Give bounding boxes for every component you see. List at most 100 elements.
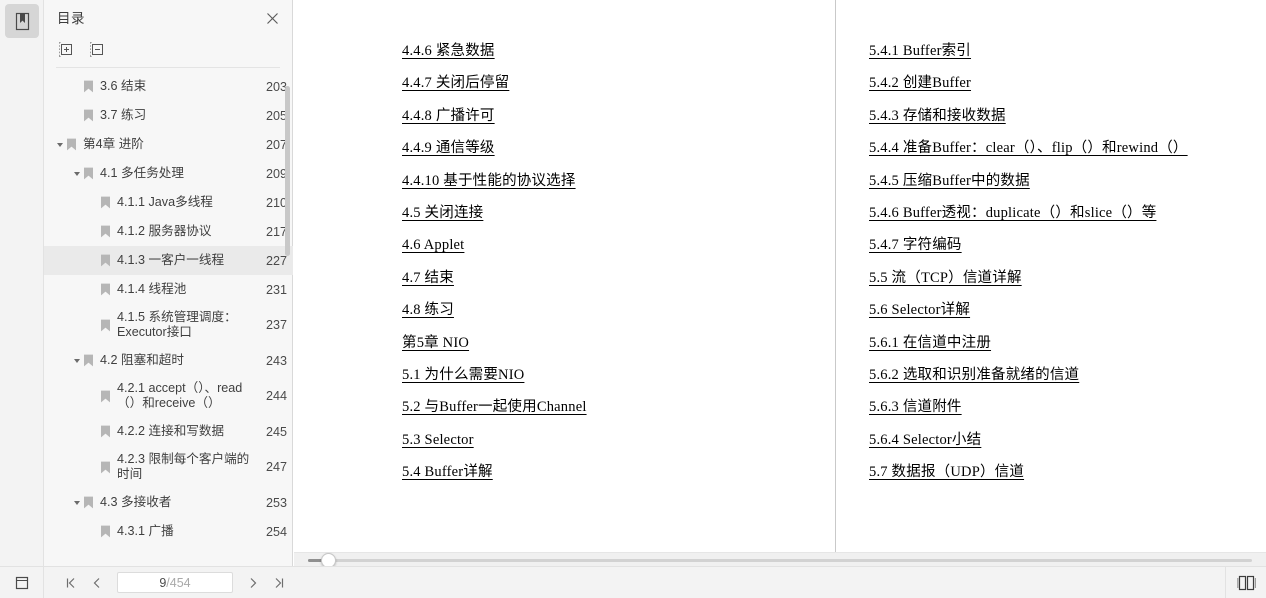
outline-item-page: 244 (265, 389, 287, 403)
outline-item[interactable]: 4.2.3 限制每个客户端的时间 247 (44, 446, 293, 488)
toc-link[interactable]: 5.6.2 选取和识别准备就绪的信道 (869, 367, 1079, 383)
expand-all-button[interactable] (57, 40, 75, 58)
outline-item-page: 227 (265, 253, 287, 268)
previous-page-button[interactable] (85, 571, 109, 595)
toc-entry: 5.2 与Buffer一起使用Channel (402, 394, 587, 426)
toc-entry: 5.4.6 Buffer透视：duplicate（）和slice（）等 (869, 200, 1188, 232)
toc-link[interactable]: 4.4.10 基于性能的协议选择 (402, 173, 576, 189)
toc-link[interactable]: 5.5 流（TCP）信道详解 (869, 270, 1022, 286)
outline-item[interactable]: 3.7 练习 205 (44, 101, 293, 130)
outline-item[interactable]: 4.1.3 一客户一线程 227 (44, 246, 293, 275)
outline-item[interactable]: 4.1.1 Java多线程 210 (44, 188, 293, 217)
toc-link[interactable]: 4.4.6 紧急数据 (402, 43, 495, 59)
bookmark-panel-button[interactable] (5, 4, 39, 38)
toc-link[interactable]: 5.4 Buffer详解 (402, 464, 493, 480)
next-page-button[interactable] (241, 571, 265, 595)
toc-link[interactable]: 4.4.7 关闭后停留 (402, 75, 509, 91)
outline-item-label: 4.1.5 系统管理调度：Executor接口 (117, 310, 237, 339)
first-page-icon (66, 577, 75, 588)
outline-item[interactable]: 4.1.4 线程池 231 (44, 275, 293, 304)
chevron-right-icon (250, 577, 257, 588)
page-panel-icon (15, 576, 28, 589)
page-panel-button[interactable] (0, 566, 44, 598)
toc-link[interactable]: 第5章 NIO (402, 335, 469, 351)
outline-item-label: 4.2.1 accept（）、read（）和receive（） (117, 381, 243, 410)
outline-item-label: 4.2.3 限制每个客户端的时间 (117, 452, 250, 481)
scrollbar-track (308, 559, 1252, 562)
document-page-right: 5.4.1 Buffer索引 5.4.2 创建Buffer 5.4.3 存储和接收数… (837, 0, 1266, 552)
toc-link[interactable]: 4.5 关闭连接 (402, 205, 483, 221)
outline-item[interactable]: 4.2 阻塞和超时 243 (44, 346, 293, 375)
outline-item[interactable]: 4.1.2 服务器协议 217 (44, 217, 293, 246)
book-view-button[interactable] (1234, 570, 1260, 596)
toc-column-right: 5.4.1 Buffer索引 5.4.2 创建Buffer 5.4.3 存储和接收数… (869, 38, 1188, 491)
outline-item-label: 4.1.4 线程池 (117, 282, 187, 296)
toc-link[interactable]: 5.4.4 准备Buffer：clear（）、flip（）和rewind（） (869, 140, 1188, 156)
outline-item[interactable]: 4.3 多接收者 253 (44, 488, 293, 517)
first-page-button[interactable] (59, 571, 83, 595)
toc-link[interactable]: 5.6 Selector详解 (869, 302, 970, 318)
triangle-down-icon (57, 142, 63, 147)
toc-entry: 5.4 Buffer详解 (402, 459, 587, 491)
toc-link[interactable]: 5.4.1 Buffer索引 (869, 43, 971, 59)
left-icon-rail (0, 0, 44, 566)
triangle-down-icon (74, 171, 80, 176)
toc-link[interactable]: 4.8 练习 (402, 302, 454, 318)
horizontal-scrollbar[interactable] (294, 552, 1266, 568)
sidebar-vertical-scrollbar[interactable] (285, 86, 290, 256)
outline-item-page: 203 (265, 79, 287, 94)
twisty-toggle[interactable] (71, 171, 83, 177)
page-number-input[interactable]: 9/454 (117, 572, 233, 593)
page-navigation: 9/454 (59, 571, 291, 595)
toc-link[interactable]: 4.4.9 通信等级 (402, 140, 495, 156)
toc-link[interactable]: 4.7 结束 (402, 270, 454, 286)
outline-item[interactable]: 第4章 进阶 207 (44, 130, 293, 159)
outline-item[interactable]: 3.6 结束 203 (44, 72, 293, 101)
twisty-toggle[interactable] (54, 142, 66, 148)
toc-link[interactable]: 5.6.3 信道附件 (869, 399, 962, 415)
toc-entry: 4.4.7 关闭后停留 (402, 70, 587, 102)
twisty-toggle[interactable] (71, 500, 83, 506)
outline-bookmark-icon (100, 196, 113, 209)
toc-entry: 5.6.2 选取和识别准备就绪的信道 (869, 362, 1188, 394)
toc-link[interactable]: 5.4.3 存储和接收数据 (869, 108, 1006, 124)
outline-bookmark-icon (100, 283, 113, 296)
outline-tree[interactable]: 3.6 结束 203 3.7 练习 205 第4章 进阶 207 4.1 多任务处理 209 4… (44, 72, 293, 566)
outline-bookmark-icon (83, 109, 96, 122)
toc-link[interactable]: 5.4.6 Buffer透视：duplicate（）和slice（）等 (869, 205, 1156, 221)
toc-link[interactable]: 5.4.2 创建Buffer (869, 75, 971, 91)
toc-entry: 5.7 数据报（UDP）信道 (869, 459, 1188, 491)
bookmark-item-icon (84, 496, 93, 509)
bookmark-item-icon (101, 425, 110, 438)
outline-item-page: 253 (265, 495, 287, 510)
toc-link[interactable]: 5.2 与Buffer一起使用Channel (402, 399, 587, 415)
toc-link[interactable]: 5.7 数据报（UDP）信道 (869, 464, 1024, 480)
toc-entry: 4.5 关闭连接 (402, 200, 587, 232)
toc-link[interactable]: 4.4.8 广播许可 (402, 108, 495, 124)
toc-link[interactable]: 4.6 Applet (402, 237, 464, 253)
outline-item[interactable]: 4.2.1 accept（）、read（）和receive（） 244 (44, 375, 293, 417)
outline-item[interactable]: 4.2.2 连接和写数据 245 (44, 417, 293, 446)
outline-item-page: 243 (265, 353, 287, 368)
outline-item-label: 4.1.2 服务器协议 (117, 224, 212, 238)
outline-item[interactable]: 4.1 多任务处理 209 (44, 159, 293, 188)
bookmark-item-icon (101, 196, 110, 209)
toc-entry: 5.6.1 在信道中注册 (869, 330, 1188, 362)
outline-item[interactable]: 4.1.5 系统管理调度：Executor接口 237 (44, 304, 293, 346)
toc-link[interactable]: 5.1 为什么需要NIO (402, 367, 524, 383)
close-sidebar-button[interactable] (262, 8, 282, 28)
outline-item-label: 3.6 结束 (100, 79, 147, 93)
last-page-button[interactable] (267, 571, 291, 595)
toc-column-left: 4.4.6 紧急数据 4.4.7 关闭后停留 4.4.8 广播许可 4.4.9 通信等… (402, 38, 587, 491)
toc-entry: 4.6 Applet (402, 232, 587, 264)
toc-link[interactable]: 5.4.5 压缩Buffer中的数据 (869, 173, 1030, 189)
toc-link[interactable]: 5.3 Selector (402, 432, 474, 448)
bookmark-icon (15, 12, 29, 30)
collapse-all-button[interactable] (88, 40, 106, 58)
outline-item[interactable]: 4.3.1 广播 254 (44, 517, 293, 546)
toc-link[interactable]: 5.4.7 字符编码 (869, 237, 962, 253)
close-icon (266, 12, 278, 24)
toc-link[interactable]: 5.6.1 在信道中注册 (869, 335, 991, 351)
twisty-toggle[interactable] (71, 358, 83, 364)
toc-link[interactable]: 5.6.4 Selector小结 (869, 432, 981, 448)
